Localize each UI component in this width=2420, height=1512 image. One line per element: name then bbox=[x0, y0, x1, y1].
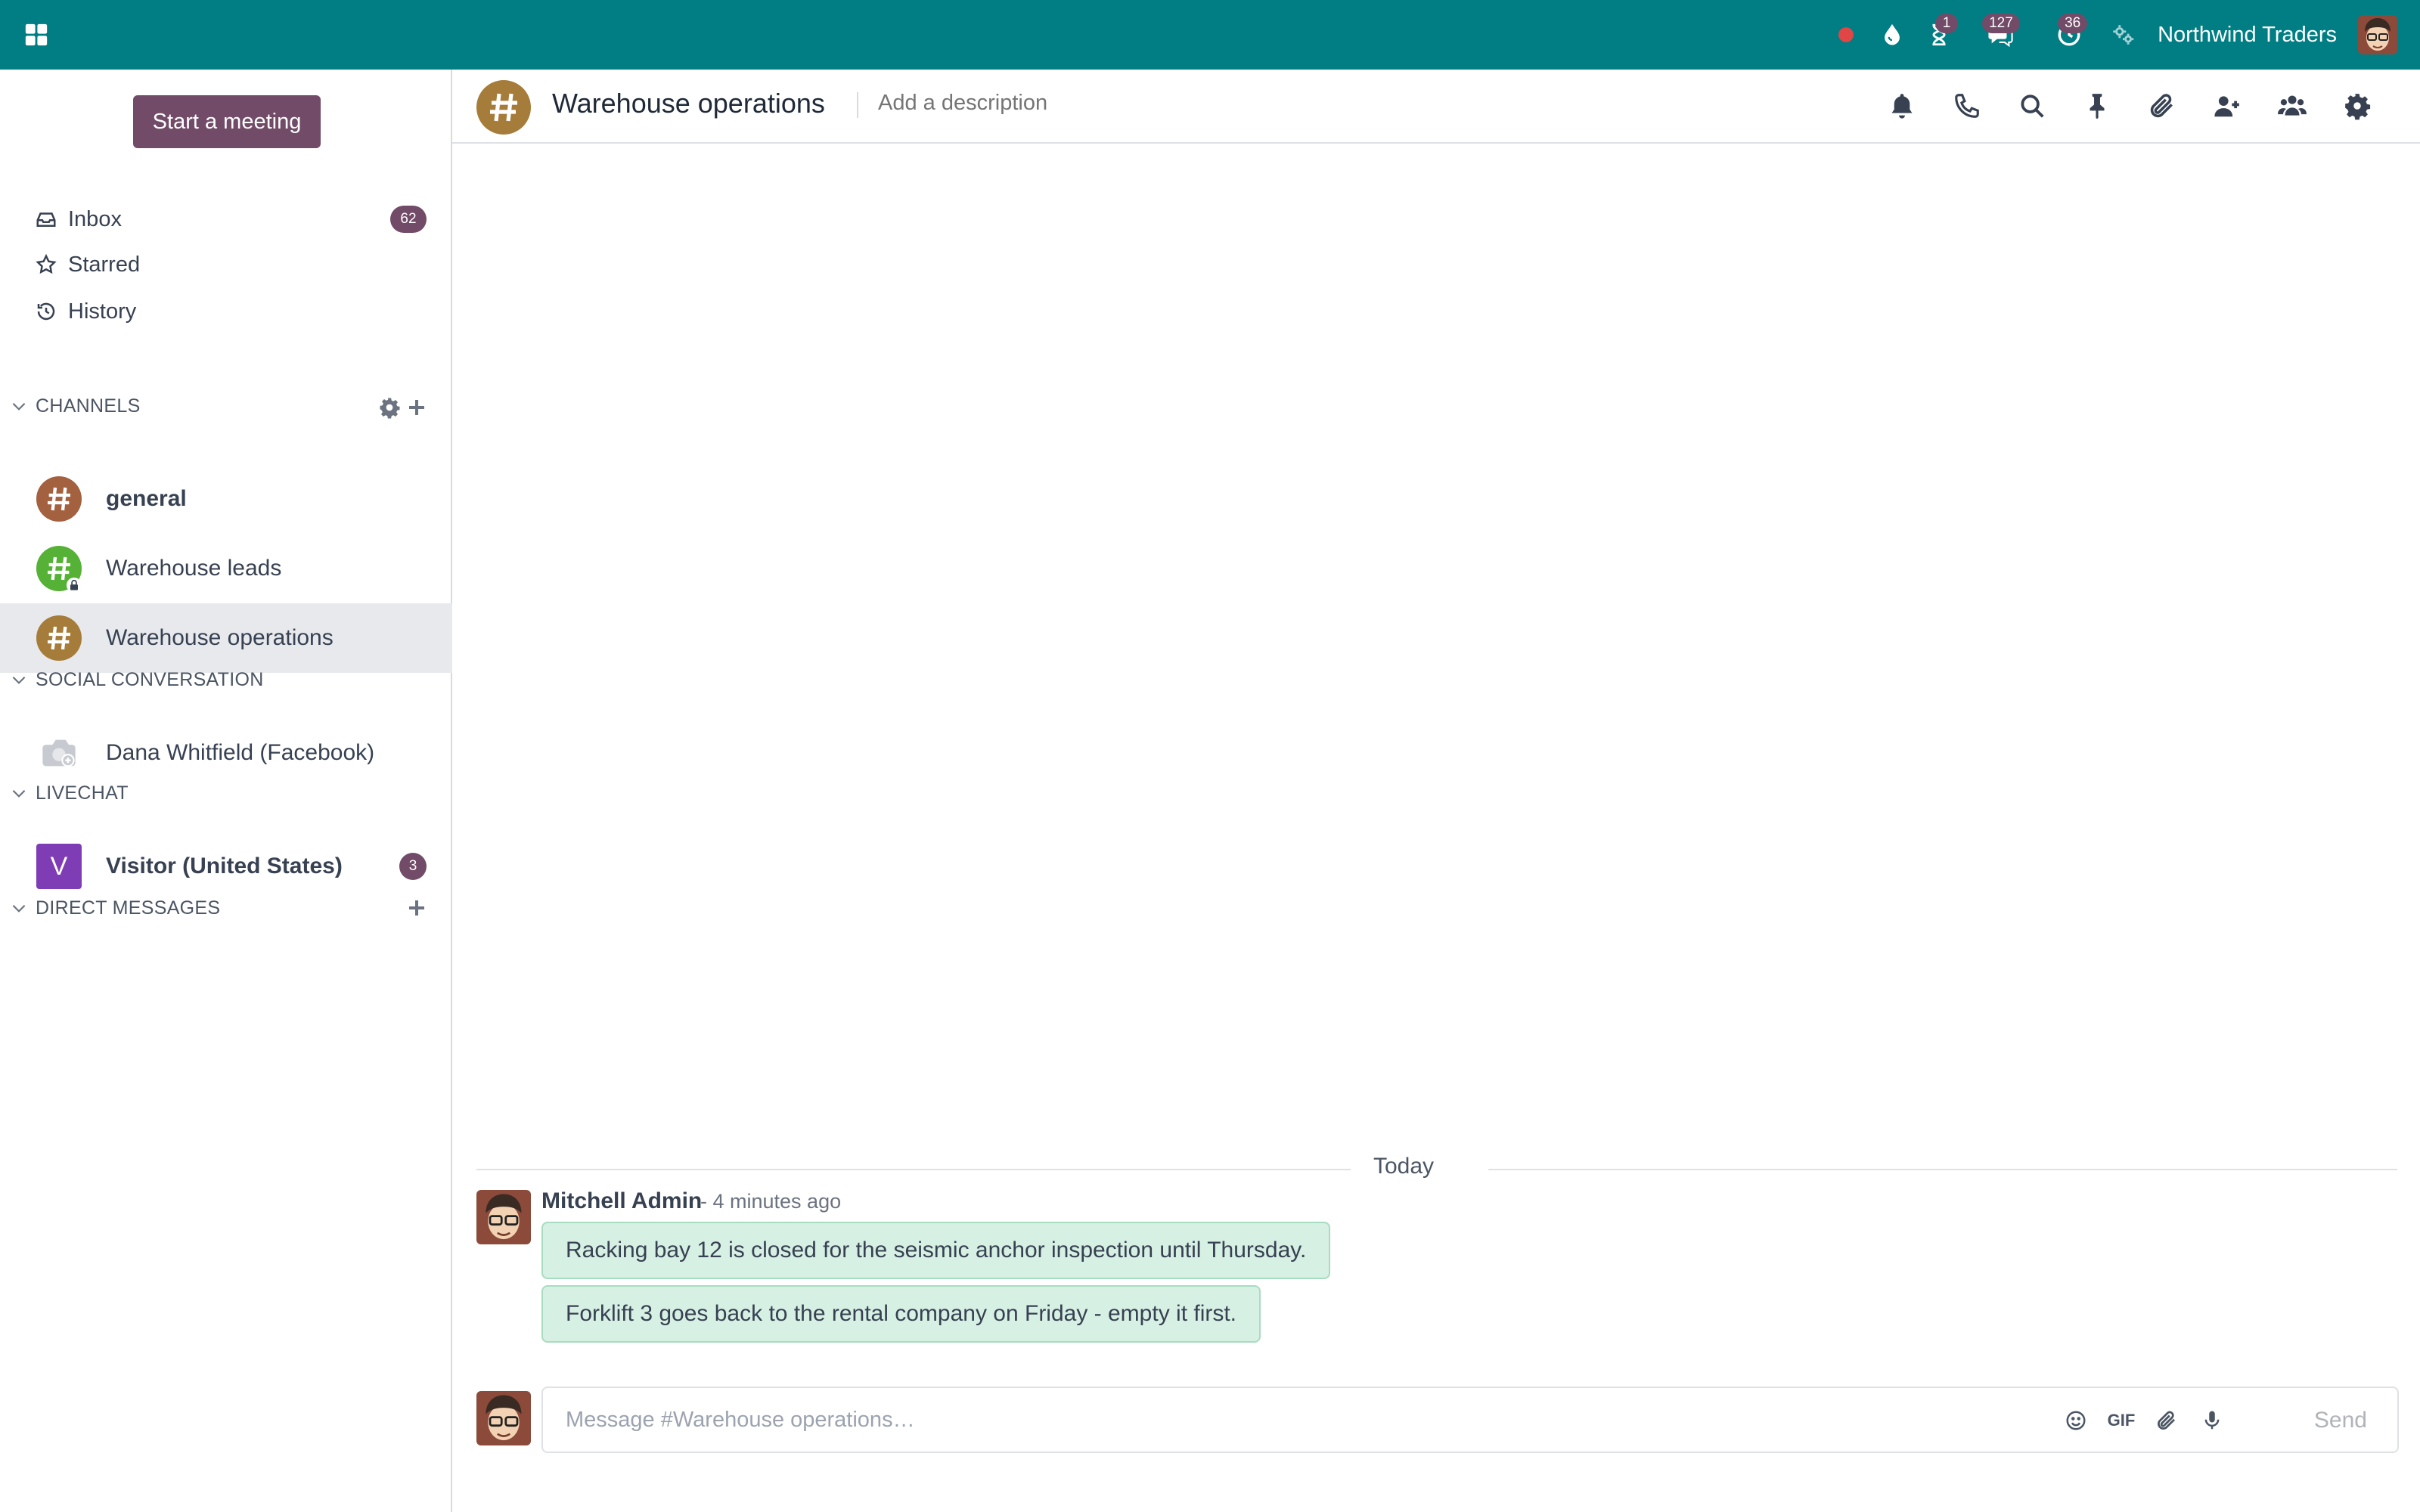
gif-button[interactable]: GIF bbox=[2104, 1403, 2139, 1438]
notification-bell-icon[interactable] bbox=[1869, 70, 1934, 142]
category-label: SOCIAL CONVERSATION bbox=[36, 668, 264, 690]
thread-title[interactable]: Warehouse operations bbox=[552, 88, 825, 119]
chevron-down-icon bbox=[12, 676, 26, 684]
attach-paperclip-icon[interactable] bbox=[2149, 1403, 2184, 1438]
message-bubble: Racking bay 12 is closed for the seismic… bbox=[541, 1222, 1331, 1279]
add-users-icon[interactable] bbox=[2195, 70, 2260, 142]
date-separator: Today bbox=[476, 1146, 2397, 1191]
thread-actions bbox=[1869, 70, 2390, 142]
inbox-icon bbox=[36, 212, 56, 227]
mailbox-label: Starred bbox=[68, 252, 141, 277]
message-input[interactable] bbox=[566, 1403, 2003, 1436]
clock-icon[interactable]: 36 bbox=[2038, 0, 2100, 70]
multi-company-gears-icon[interactable] bbox=[2100, 0, 2145, 70]
messaging-chat-icon[interactable]: 127 bbox=[1962, 0, 2038, 70]
user-avatar[interactable] bbox=[2358, 15, 2397, 54]
visitor-avatar: V bbox=[36, 844, 82, 889]
category-label: LIVECHAT bbox=[36, 782, 129, 804]
activity-badge: 1 bbox=[1935, 14, 1959, 33]
date-separator-label: Today bbox=[1373, 1154, 1435, 1179]
thread-header: Warehouse operations bbox=[452, 70, 2420, 144]
message-composer: GIF Send bbox=[541, 1387, 2399, 1453]
message-author[interactable]: Mitchell Admin bbox=[541, 1188, 702, 1214]
channel-item-general[interactable]: general bbox=[0, 464, 452, 534]
top-navbar: 1 127 36 Northwind Traders bbox=[0, 0, 2420, 70]
channel-settings-gear-icon[interactable] bbox=[378, 396, 401, 419]
author-avatar[interactable] bbox=[476, 1190, 531, 1244]
livechat-unread-badge: 3 bbox=[399, 853, 427, 880]
current-user-avatar bbox=[476, 1391, 531, 1445]
search-icon[interactable] bbox=[2000, 70, 2065, 142]
livechat-name: Visitor (United States) bbox=[106, 854, 343, 878]
message-bubble: Forklift 3 goes back to the rental compa… bbox=[541, 1285, 1261, 1343]
attachment-paperclip-icon[interactable] bbox=[2130, 70, 2195, 142]
call-phone-icon[interactable] bbox=[1934, 70, 2000, 142]
channel-hash-icon bbox=[36, 476, 82, 522]
channel-hash-icon bbox=[36, 615, 82, 661]
category-direct-messages[interactable]: DIRECT MESSAGES bbox=[0, 889, 452, 927]
discuss-sidebar: Start a meeting Inbox 62 Starred History… bbox=[0, 70, 452, 1512]
description-input[interactable] bbox=[878, 91, 1256, 116]
history-icon bbox=[37, 302, 55, 321]
mailbox-inbox[interactable]: Inbox 62 bbox=[0, 197, 452, 242]
header-divider bbox=[857, 92, 858, 118]
drop-icon[interactable] bbox=[1869, 0, 1916, 70]
app-menu-icon[interactable] bbox=[21, 20, 51, 50]
systray: 1 127 36 Northwind Traders bbox=[1823, 0, 2420, 70]
members-list-icon[interactable] bbox=[2260, 70, 2325, 142]
messages-badge: 127 bbox=[1982, 14, 2020, 33]
pin-icon[interactable] bbox=[2065, 70, 2130, 142]
timeoff-badge: 36 bbox=[2058, 14, 2088, 33]
company-switcher[interactable]: Northwind Traders bbox=[2158, 23, 2337, 48]
settings-gear-icon[interactable] bbox=[2325, 70, 2390, 142]
message-timestamp: - 4 minutes ago bbox=[700, 1190, 842, 1213]
category-label: DIRECT MESSAGES bbox=[36, 897, 221, 919]
mailbox-label: History bbox=[68, 299, 137, 324]
activity-hourglass-icon[interactable]: 1 bbox=[1916, 0, 1962, 70]
private-lock-icon bbox=[67, 578, 82, 593]
category-livechat[interactable]: LIVECHAT bbox=[0, 774, 452, 812]
add-direct-message-plus-icon[interactable] bbox=[405, 897, 428, 919]
recording-icon[interactable] bbox=[1823, 0, 1869, 70]
chevron-down-icon bbox=[12, 904, 26, 912]
category-label: CHANNELS bbox=[36, 395, 141, 417]
separator-line bbox=[476, 1169, 1351, 1170]
channel-hash-icon[interactable] bbox=[476, 80, 531, 135]
thread-view: Warehouse operations Add a description T… bbox=[452, 70, 2420, 1512]
chevron-down-icon bbox=[12, 402, 26, 411]
mailbox-label: Inbox bbox=[68, 206, 122, 231]
mailbox-starred[interactable]: Starred bbox=[0, 242, 452, 287]
add-channel-plus-icon[interactable] bbox=[405, 396, 428, 419]
chevron-down-icon bbox=[12, 789, 26, 798]
microphone-icon[interactable] bbox=[2195, 1403, 2229, 1438]
send-button[interactable]: Send bbox=[2314, 1403, 2367, 1438]
category-social-conversation[interactable]: SOCIAL CONVERSATION bbox=[0, 661, 452, 699]
channel-item-warehouse-leads[interactable]: Warehouse leads bbox=[0, 534, 452, 603]
social-conversation-name: Dana Whitfield (Facebook) bbox=[106, 740, 375, 765]
camera-placeholder-icon bbox=[36, 730, 82, 776]
mailbox-history[interactable]: History bbox=[0, 289, 452, 334]
channel-name: Warehouse operations bbox=[106, 625, 334, 650]
inbox-count-badge: 62 bbox=[390, 206, 427, 233]
channel-name: Warehouse leads bbox=[106, 556, 282, 581]
star-icon bbox=[36, 253, 57, 274]
separator-line bbox=[1488, 1169, 2397, 1170]
start-meeting-button[interactable]: Start a meeting bbox=[133, 95, 321, 148]
channel-name: general bbox=[106, 486, 187, 511]
emoji-icon[interactable] bbox=[2059, 1403, 2093, 1438]
